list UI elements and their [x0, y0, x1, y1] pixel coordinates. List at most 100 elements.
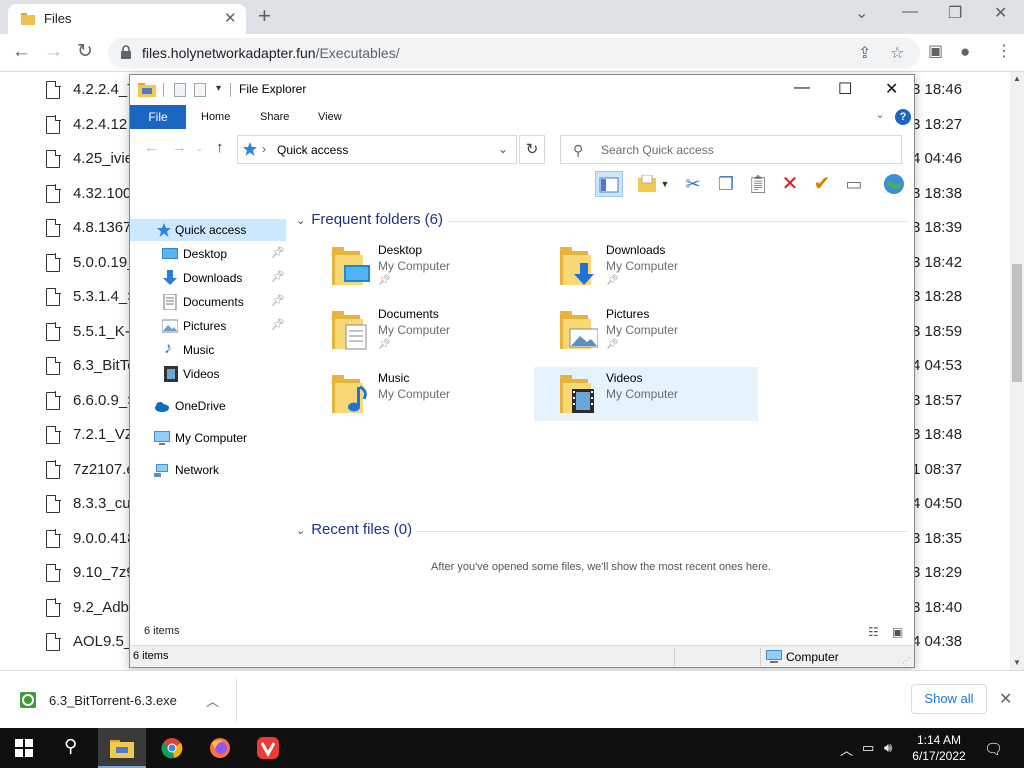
- forward-icon[interactable]: →: [172, 139, 187, 156]
- profile-avatar-icon[interactable]: ●: [960, 41, 970, 63]
- folder-tile-documents[interactable]: Documents My Computer 📌︎: [320, 303, 542, 357]
- taskbar-chrome[interactable]: [148, 728, 196, 768]
- copy-icon[interactable]: ❐: [712, 171, 740, 197]
- folder-tile-downloads[interactable]: Downloads My Computer 📌︎: [548, 239, 770, 293]
- back-icon[interactable]: ←: [12, 41, 31, 63]
- side-panel-icon[interactable]: ▣: [928, 41, 943, 63]
- file-name-link[interactable]: 6.3_BitTo: [73, 357, 136, 374]
- nav-item-videos[interactable]: Videos: [130, 363, 286, 385]
- checkmark-icon[interactable]: ✔: [808, 171, 836, 197]
- explorer-address-bar[interactable]: › Quick access ⌄: [237, 135, 517, 164]
- cut-icon[interactable]: ✂: [679, 171, 707, 197]
- breadcrumb-quick-access[interactable]: Quick access: [277, 143, 348, 157]
- close-icon[interactable]: ✕: [885, 79, 898, 99]
- file-name-link[interactable]: 4.32.100: [73, 185, 131, 202]
- rename-icon[interactable]: ▭: [840, 171, 868, 197]
- folder-tile-music[interactable]: Music My Computer: [320, 367, 542, 421]
- tab-search-icon[interactable]: ⌄: [855, 3, 868, 23]
- search-input[interactable]: ⚲ Search Quick access: [560, 135, 902, 164]
- file-name-link[interactable]: 4.2.4.12: [73, 116, 127, 133]
- frequent-folders-header[interactable]: ⌄ Frequent folders (6): [296, 211, 443, 228]
- nav-item-my-computer[interactable]: My Computer: [130, 427, 286, 449]
- file-name-link[interactable]: 4.25_ivie: [73, 150, 133, 167]
- ribbon-tab-home[interactable]: Home: [201, 105, 230, 129]
- details-view-icon[interactable]: ☷: [868, 625, 879, 639]
- nav-item-documents[interactable]: Documents 📌︎: [130, 291, 286, 313]
- folder-tile-videos[interactable]: Videos My Computer: [534, 367, 758, 421]
- volume-icon[interactable]: 🔊︎: [884, 740, 892, 756]
- recent-locations-icon[interactable]: ⌄: [196, 144, 203, 153]
- file-name-link[interactable]: 4.8.1367: [73, 219, 131, 236]
- nav-item-network[interactable]: Network: [130, 459, 286, 481]
- properties-icon[interactable]: [174, 83, 186, 97]
- tab-files[interactable]: Files ✕: [8, 4, 246, 34]
- minimize-icon[interactable]: —: [902, 3, 918, 21]
- share-icon[interactable]: ⇪: [858, 43, 871, 63]
- nav-item-pictures[interactable]: Pictures 📌︎: [130, 315, 286, 337]
- start-button[interactable]: [0, 728, 48, 768]
- file-name-link[interactable]: 9.0.0.418: [73, 530, 136, 547]
- breadcrumb-chevron-icon[interactable]: ›: [262, 142, 266, 156]
- file-name-link[interactable]: AOL9.5_: [73, 633, 132, 650]
- tab-close-icon[interactable]: ✕: [224, 9, 237, 27]
- preview-pane-button[interactable]: [595, 171, 623, 197]
- nav-item-onedrive[interactable]: OneDrive: [130, 395, 286, 417]
- notifications-icon[interactable]: 🗨︎: [984, 740, 1003, 758]
- minimize-icon[interactable]: —: [794, 79, 810, 97]
- nav-item-quick-access[interactable]: Quick access: [130, 219, 286, 241]
- show-all-button[interactable]: Show all: [911, 684, 987, 714]
- back-icon[interactable]: ←: [144, 139, 159, 156]
- file-name-link[interactable]: 9.10_7z9: [73, 564, 135, 581]
- network-button[interactable]: [880, 171, 908, 197]
- file-name-link[interactable]: 5.0.0.19_: [73, 254, 136, 271]
- delete-icon[interactable]: ✕: [776, 171, 804, 197]
- file-name-link[interactable]: 7.2.1_VZ: [73, 426, 134, 443]
- menu-kebab-icon[interactable]: ⋮: [996, 41, 1012, 63]
- ribbon-tab-view[interactable]: View: [318, 105, 342, 129]
- large-icons-view-icon[interactable]: ▣: [892, 625, 903, 639]
- file-name-link[interactable]: 5.3.1.4_S: [73, 288, 137, 305]
- qat-dropdown-icon[interactable]: ▾: [216, 83, 221, 94]
- folder-tile-pictures[interactable]: Pictures My Computer 📌︎: [548, 303, 770, 357]
- file-name-link[interactable]: 9.2_Adb: [73, 599, 129, 616]
- taskbar-vivaldi[interactable]: [244, 728, 292, 768]
- close-download-bar-icon[interactable]: ✕: [999, 689, 1012, 709]
- file-name-link[interactable]: 6.6.0.9_S: [73, 392, 137, 409]
- file-name-link[interactable]: 7z2107.e: [73, 461, 135, 478]
- help-icon[interactable]: ?: [895, 109, 911, 125]
- reload-icon[interactable]: ↻: [77, 41, 93, 63]
- taskbar-file-explorer[interactable]: [98, 728, 146, 768]
- new-folder-icon[interactable]: [194, 83, 206, 97]
- page-scrollbar[interactable]: ▲ ▼: [1010, 72, 1024, 670]
- file-name-link[interactable]: 8.3.3_cu: [73, 495, 131, 512]
- scroll-up-icon[interactable]: ▲: [1013, 74, 1021, 83]
- refresh-button[interactable]: ↻: [519, 135, 545, 164]
- expand-ribbon-icon[interactable]: ⌄: [875, 107, 885, 121]
- address-dropdown-icon[interactable]: ⌄: [498, 142, 508, 156]
- ribbon-tab-share[interactable]: Share: [260, 105, 289, 129]
- network-status-icon[interactable]: ▭: [862, 740, 874, 756]
- restore-icon[interactable]: ❐: [948, 3, 962, 23]
- ribbon-tab-file[interactable]: File: [130, 105, 186, 129]
- system-clock[interactable]: 1:14 AM 6/17/2022: [904, 732, 974, 764]
- up-icon[interactable]: ↑: [216, 139, 224, 156]
- forward-icon[interactable]: →: [44, 41, 63, 63]
- download-filename[interactable]: 6.3_BitTorrent-6.3.exe: [49, 693, 177, 708]
- new-tab-icon[interactable]: +: [258, 4, 271, 28]
- search-button[interactable]: ⚲: [48, 728, 96, 768]
- maximize-icon[interactable]: ☐: [838, 79, 852, 99]
- resize-grip-icon[interactable]: ⋰: [902, 656, 910, 665]
- show-hidden-icons-icon[interactable]: ︿: [840, 740, 853, 759]
- bookmark-star-icon[interactable]: ☆: [890, 43, 904, 63]
- file-name-link[interactable]: 4.2.2.4_T: [73, 81, 136, 98]
- paste-icon[interactable]: 📋︎: [744, 171, 772, 197]
- close-icon[interactable]: ✕: [994, 3, 1007, 23]
- folder-options-dropdown-icon[interactable]: ▼: [658, 171, 672, 197]
- nav-item-downloads[interactable]: Downloads 📌︎: [130, 267, 286, 289]
- folder-tile-desktop[interactable]: Desktop My Computer 📌︎: [320, 239, 542, 293]
- file-name-link[interactable]: 5.5.1_K-: [73, 323, 130, 340]
- scroll-thumb[interactable]: [1012, 264, 1022, 382]
- download-options-chevron-icon[interactable]: ︿: [206, 691, 219, 710]
- address-bar[interactable]: files.holynetworkadapter.fun/Executables…: [108, 38, 920, 68]
- scroll-down-icon[interactable]: ▼: [1013, 658, 1021, 667]
